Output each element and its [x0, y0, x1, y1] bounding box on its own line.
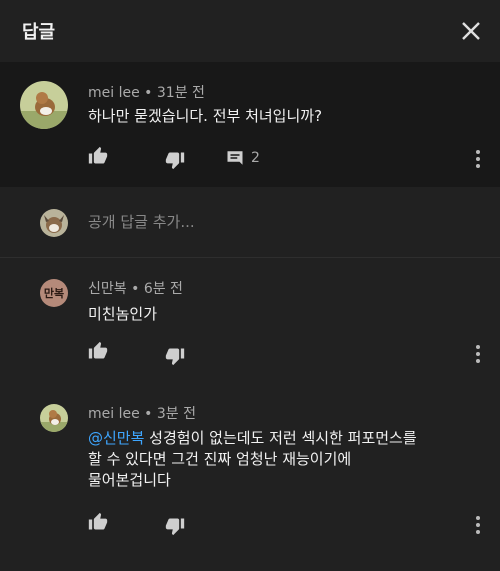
thumbs-down-icon: [165, 152, 185, 170]
comment-icon: [227, 151, 243, 165]
thumbs-up-icon: [88, 341, 108, 359]
dislike-button[interactable]: [165, 346, 185, 370]
more-options-button[interactable]: [474, 343, 482, 369]
comment-line-text: 성경험이 없는데도 저런 섹시한 퍼포먼스를: [144, 429, 417, 447]
dislike-button[interactable]: [165, 150, 185, 174]
replies-header: 답글: [0, 0, 500, 62]
avatar[interactable]: [40, 404, 68, 432]
avatar-initials: 만복: [43, 287, 65, 300]
mention-link[interactable]: @신만복: [88, 429, 144, 447]
thumbs-up-icon: [88, 146, 108, 164]
avatar[interactable]: [20, 81, 68, 129]
more-vert-icon: [476, 516, 480, 534]
like-button[interactable]: [88, 512, 108, 536]
author-name[interactable]: 신만복: [88, 281, 127, 297]
comment-text: 하나만 묻겠습니다. 전부 처녀입니까?: [88, 107, 323, 125]
close-button[interactable]: [458, 18, 484, 44]
more-options-button[interactable]: [474, 148, 482, 174]
thumbs-up-icon: [88, 512, 108, 530]
current-user-avatar: [40, 209, 68, 237]
more-vert-icon: [476, 150, 480, 168]
comment-text: @신만복 성경험이 없는데도 저런 섹시한 퍼포먼스를 할 수 있다면 그건 진…: [88, 428, 488, 491]
comment-line: 할 수 있다면 그건 진짜 엄청난 재능이기에: [88, 450, 352, 468]
meta-separator: •: [144, 85, 157, 101]
comment-meta: mei lee • 31분 전: [88, 82, 205, 102]
comment-time[interactable]: 6분 전: [144, 281, 183, 297]
thumbs-down-icon: [165, 518, 185, 536]
reply-count: 2: [251, 150, 260, 166]
like-button[interactable]: [88, 146, 108, 170]
reply-item: 만복 신만복 • 6분 전 미친놈인가: [0, 258, 500, 378]
add-reply-input[interactable]: 공개 답글 추가...: [88, 211, 195, 232]
comment-time[interactable]: 3분 전: [157, 406, 196, 422]
more-options-button[interactable]: [474, 514, 482, 540]
comment-meta: mei lee • 3분 전: [88, 403, 196, 423]
like-button[interactable]: [88, 341, 108, 365]
reply-count-button[interactable]: [226, 149, 244, 171]
comment-line: @신만복 성경험이 없는데도 저런 섹시한 퍼포먼스를: [88, 428, 488, 449]
author-name[interactable]: mei lee: [88, 85, 140, 101]
avatar[interactable]: 만복: [40, 279, 68, 307]
comment-line: 물어본겁니다: [88, 471, 171, 489]
meta-separator: •: [144, 406, 157, 422]
dislike-button[interactable]: [165, 516, 185, 540]
author-name[interactable]: mei lee: [88, 406, 140, 422]
page-title: 답글: [22, 22, 56, 43]
meta-separator: •: [131, 281, 144, 297]
more-vert-icon: [476, 345, 480, 363]
comment-text: 미친놈인가: [88, 305, 158, 323]
thumbs-down-icon: [165, 348, 185, 366]
add-reply-row[interactable]: 공개 답글 추가...: [0, 187, 500, 257]
reply-item: mei lee • 3분 전 @신만복 성경험이 없는데도 저런 섹시한 퍼포먼…: [0, 380, 500, 571]
close-icon: [462, 22, 480, 40]
comment-meta: 신만복 • 6분 전: [88, 278, 183, 298]
parent-comment: mei lee • 31분 전 하나만 묻겠습니다. 전부 처녀입니까? 2: [0, 62, 500, 187]
comment-time[interactable]: 31분 전: [157, 85, 205, 101]
